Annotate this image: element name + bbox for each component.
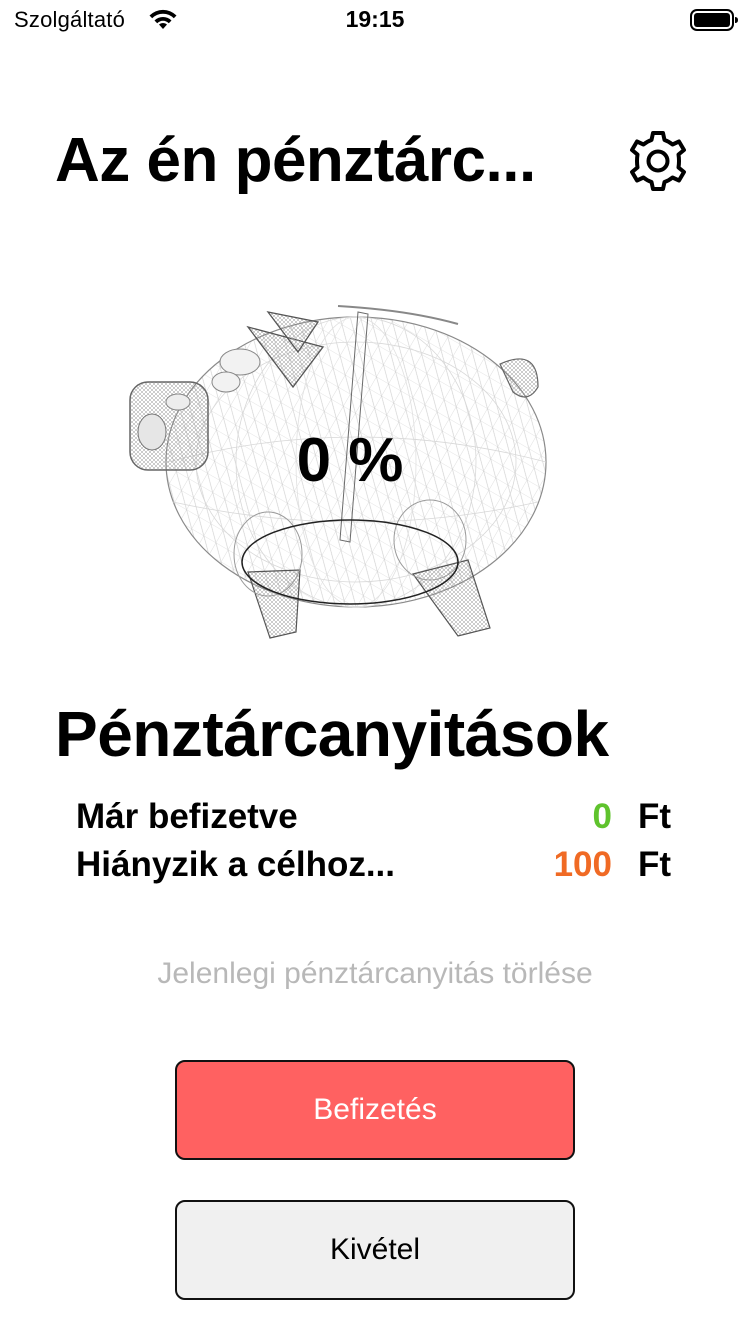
remaining-value: 100 [553, 845, 612, 884]
gear-icon [630, 131, 686, 191]
status-clock: 19:15 [345, 6, 405, 32]
savings-percent: 0 % [296, 426, 404, 495]
status-bar: Szolgáltató 19:15 [0, 0, 750, 40]
remaining-row: Hiányzik a célhoz... 100 Ft [76, 845, 676, 889]
withdraw-button[interactable]: Kivétel [175, 1200, 575, 1300]
section-title: Pénztárcanyitások [55, 698, 609, 770]
remaining-label: Hiányzik a célhoz... [76, 845, 395, 884]
reset-goal-link[interactable]: Jelenlegi pénztárcanyitás törlése [0, 957, 750, 991]
paid-in-row: Már befizetve 0 Ft [76, 797, 676, 841]
deposit-button[interactable]: Befizetés [175, 1060, 575, 1160]
page-title: Az én pénztárc... [55, 126, 536, 195]
settings-button[interactable] [624, 127, 692, 195]
battery-icon [690, 9, 738, 31]
paid-in-value: 0 [592, 797, 612, 836]
paid-in-label: Már befizetve [76, 797, 298, 836]
remaining-unit: Ft [638, 845, 672, 884]
paid-in-unit: Ft [638, 797, 672, 836]
